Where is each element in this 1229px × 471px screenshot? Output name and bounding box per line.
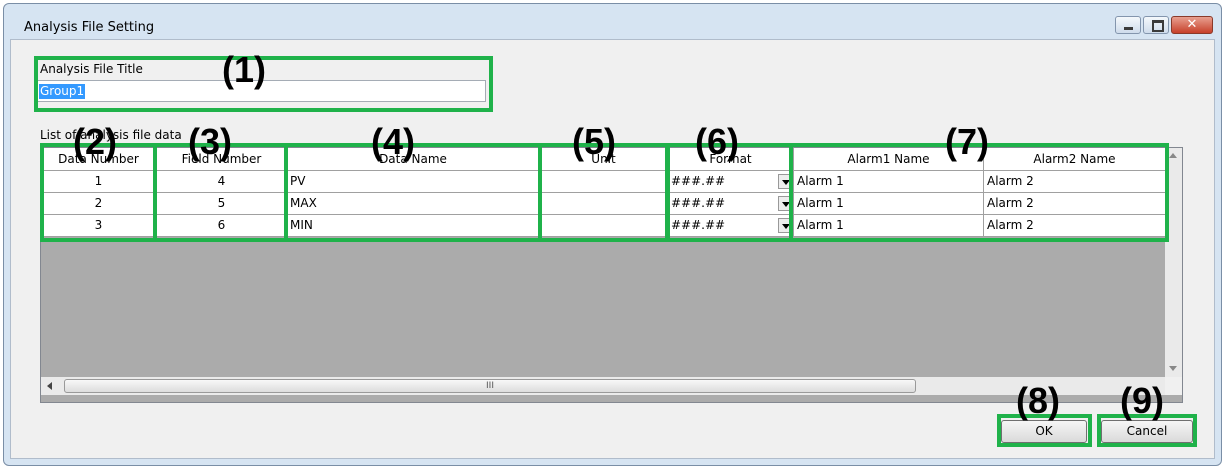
title-bar[interactable]: Analysis File Setting ✕: [4, 4, 1221, 38]
callout-number-7: (7): [945, 121, 989, 162]
callout-number-3: (3): [188, 121, 232, 162]
close-button[interactable]: ✕: [1171, 16, 1213, 34]
callout-number-1: (1): [222, 49, 266, 90]
scroll-down-icon[interactable]: [1169, 366, 1177, 371]
scroll-left-icon[interactable]: [47, 382, 52, 390]
callout-number-2: (2): [73, 121, 117, 162]
close-icon: ✕: [1186, 17, 1198, 32]
callout-number-5: (5): [572, 121, 616, 162]
callout-number-8: (8): [1016, 380, 1060, 421]
callout-number-4: (4): [371, 121, 415, 162]
window-title: Analysis File Setting: [24, 20, 155, 35]
maximize-button[interactable]: [1143, 16, 1169, 34]
maximize-icon: [1152, 20, 1164, 32]
scroll-corner: [1165, 377, 1182, 395]
callout-number-9: (9): [1120, 380, 1164, 421]
callout-number-6: (6): [695, 121, 739, 162]
horizontal-scroll-thumb[interactable]: III: [64, 379, 916, 393]
scroll-up-icon[interactable]: [1169, 153, 1177, 158]
window-controls: ✕: [1113, 16, 1213, 34]
horizontal-scrollbar[interactable]: III: [41, 377, 1165, 395]
minimize-button[interactable]: [1115, 16, 1141, 34]
minimize-icon: [1124, 27, 1133, 30]
